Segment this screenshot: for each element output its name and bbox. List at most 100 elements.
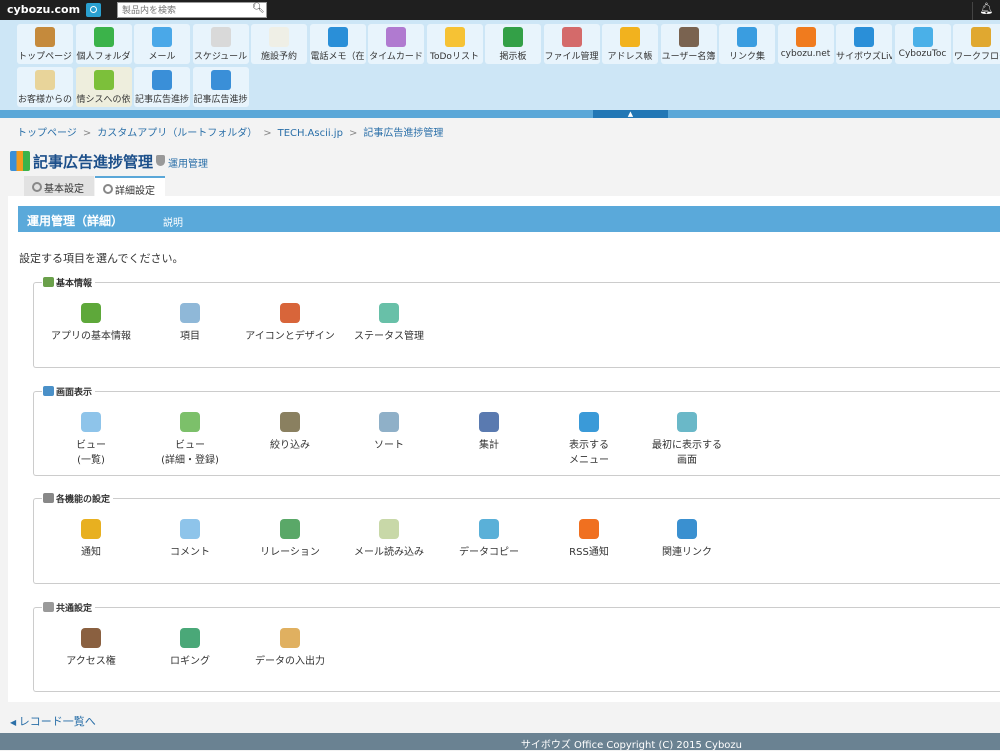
app-tile[interactable]: 個人フォルダ (75, 24, 132, 64)
settings-item[interactable]: ビュー (詳細・登録) (140, 412, 240, 468)
settings-item-icon (479, 412, 499, 432)
settings-item[interactable]: 項目 (140, 303, 240, 344)
settings-item[interactable]: アイコンとデザイン (240, 303, 340, 344)
app-tile[interactable]: ToDoリスト (426, 24, 483, 64)
app-tile[interactable]: cybozu.net (777, 24, 834, 64)
app-icon (210, 27, 231, 47)
bell-icon[interactable]: 🔔︎ (972, 2, 1000, 20)
app-label: ファイル管理 (544, 52, 599, 62)
settings-item-label: ビュー (詳細・登録) (161, 440, 219, 466)
settings-item-label: リレーション (260, 547, 320, 558)
settings-item[interactable]: ロギング (140, 628, 240, 669)
settings-item[interactable]: ビュー (一覧) (41, 412, 141, 468)
group-title: 画面表示 (56, 388, 93, 398)
group-icon (43, 386, 54, 396)
settings-item-icon (379, 519, 399, 539)
group-icon (43, 602, 54, 612)
settings-item-label: 関連リンク (662, 547, 712, 558)
settings-item[interactable]: ステータス管理 (339, 303, 439, 344)
search-input[interactable] (117, 2, 267, 18)
app-menu-divider (0, 110, 1000, 118)
settings-item[interactable]: ソート (339, 412, 439, 453)
app-icon (737, 27, 757, 47)
app-tile[interactable]: ファイル管理 (543, 24, 600, 64)
group-legend: 画面表示 (42, 385, 96, 398)
settings-item-icon (81, 628, 101, 648)
settings-item-icon (280, 519, 300, 539)
settings-item-label: 絞り込み (270, 440, 310, 451)
search-icon[interactable]: 🔍︎ (252, 3, 265, 14)
settings-item[interactable]: 最初に表示する 画面 (637, 412, 737, 468)
settings-item-label: メール読み込み (354, 547, 424, 558)
settings-item[interactable]: メール読み込み (339, 519, 439, 560)
settings-item-label: ビュー (一覧) (76, 440, 106, 466)
app-tile[interactable]: 電話メモ（在 (309, 24, 366, 64)
settings-item[interactable]: RSS通知 (539, 519, 639, 560)
settings-item-label: RSS通知 (569, 547, 609, 558)
description-link[interactable]: 説明 (163, 214, 183, 229)
breadcrumb-item[interactable]: カスタムアプリ（ルートフォルダ） (97, 128, 257, 139)
breadcrumb-item[interactable]: トップページ (17, 128, 77, 139)
app-tile[interactable]: 掲示板 (485, 24, 541, 64)
collapse-app-menu-button[interactable]: ▲ (593, 110, 668, 118)
settings-item-icon (677, 519, 697, 539)
app-tile[interactable]: ユーザー名簿 (660, 24, 717, 64)
app-tile[interactable]: 記事広告進捗 (134, 67, 190, 107)
app-tile[interactable]: トップページ (17, 24, 73, 64)
app-tile[interactable]: 施設予約 (251, 24, 307, 64)
tab-advanced-settings[interactable]: 詳細設定 (95, 176, 165, 197)
app-tile[interactable]: CybozuToc (894, 24, 951, 64)
app-icon (93, 70, 114, 90)
settings-item[interactable]: 絞り込み (240, 412, 340, 453)
app-tile[interactable]: 情シスへの依 (75, 67, 132, 107)
cybozu-logo[interactable]: cybozu.com (7, 3, 80, 16)
back-to-records-link[interactable]: ◀ レコード一覧へ (10, 713, 96, 729)
breadcrumb-item: 記事広告進捗管理 (363, 128, 444, 139)
app-label: アドレス帳 (607, 52, 653, 62)
app-tile[interactable]: スケジュール (192, 24, 249, 64)
app-label: リンク集 (728, 52, 765, 62)
settings-item[interactable]: 集計 (439, 412, 539, 453)
settings-item[interactable]: データコピー (439, 519, 539, 560)
gear-icon (103, 184, 113, 194)
settings-item-icon (379, 303, 399, 323)
app-tile[interactable]: アドレス帳 (602, 24, 658, 64)
settings-item-icon (280, 303, 300, 323)
admin-link[interactable]: 運用管理 (168, 155, 208, 170)
settings-group: 共通設定 アクセス権 ロギング データの入出力 (33, 601, 1000, 692)
app-label: 個人フォルダ (76, 52, 131, 62)
app-tile[interactable]: リンク集 (719, 24, 775, 64)
settings-item[interactable]: アクセス権 (41, 628, 141, 669)
app-label: メール (148, 52, 176, 62)
app-tile[interactable]: メール (134, 24, 190, 64)
gear-icon (32, 182, 42, 192)
settings-item-label: 最初に表示する 画面 (652, 440, 722, 466)
settings-item[interactable]: 通知 (41, 519, 141, 560)
app-icon (795, 27, 816, 47)
app-tile[interactable]: ワークフロー (953, 24, 1000, 64)
section-title: 運用管理（詳細） (27, 214, 124, 228)
app-tile[interactable]: お客様からの (17, 67, 73, 107)
app-tile[interactable]: 記事広告進捗 (192, 67, 249, 107)
tab-basic-settings[interactable]: 基本設定 (24, 176, 94, 196)
breadcrumb-separator: > (263, 128, 272, 139)
settings-item[interactable]: 関連リンク (637, 519, 737, 560)
settings-item[interactable]: アプリの基本情報 (41, 303, 141, 344)
breadcrumb-item[interactable]: TECH.Ascii.jp (278, 128, 343, 139)
settings-item-icon (180, 628, 200, 648)
app-tile[interactable]: サイボウズLiv (836, 24, 892, 64)
settings-item-label: ステータス管理 (354, 331, 424, 342)
app-icon (35, 27, 55, 47)
settings-item-icon (81, 519, 101, 539)
app-tile[interactable]: タイムカード (368, 24, 424, 64)
app-menu-bar: トップページ 個人フォルダ メール スケジュール 施設予約 電話メモ（在 タイムカード ToD… (0, 20, 1000, 110)
office-icon[interactable] (86, 3, 101, 17)
group-icon (43, 277, 54, 287)
group-icon (43, 493, 54, 503)
settings-item[interactable]: データの入出力 (240, 628, 340, 669)
breadcrumb-separator: > (348, 128, 358, 139)
settings-item[interactable]: コメント (140, 519, 240, 560)
settings-item[interactable]: リレーション (240, 519, 340, 560)
top-bar: cybozu.com 🔍︎ 🔔︎ (0, 0, 1000, 20)
settings-item[interactable]: 表示する メニュー (539, 412, 639, 468)
